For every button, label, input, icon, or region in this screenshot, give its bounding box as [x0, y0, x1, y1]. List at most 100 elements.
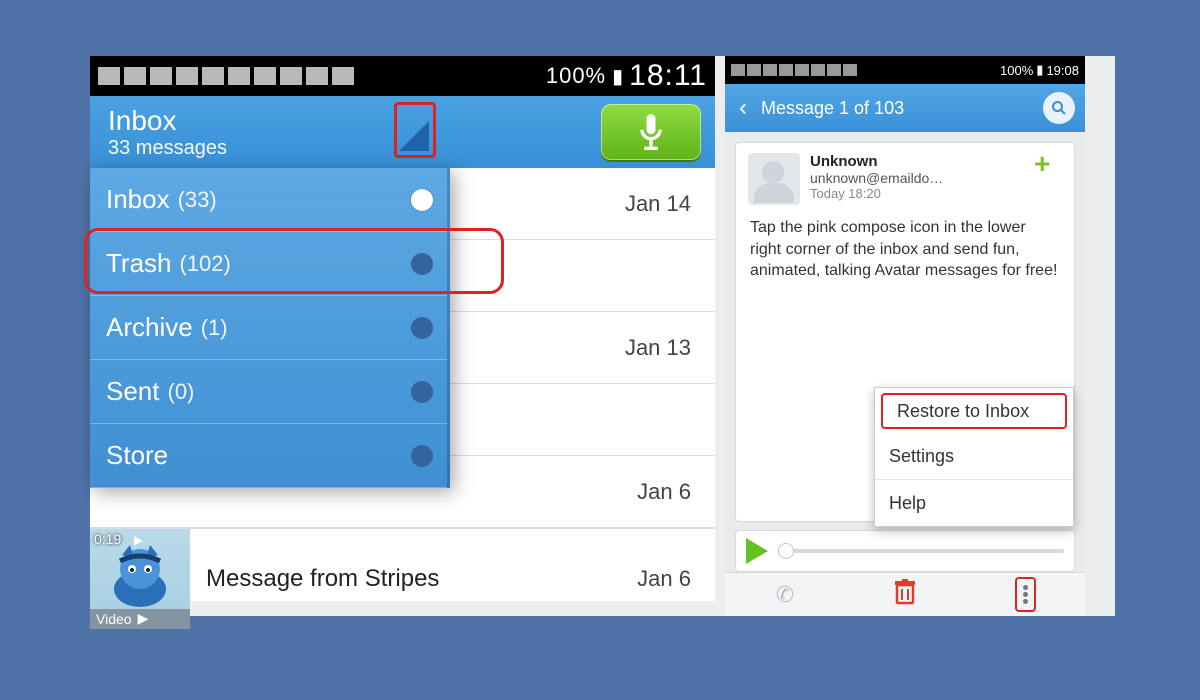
magnifier-icon [1051, 100, 1067, 116]
left-content: Jan 14 Jan 13 Jan 6 0:19 ▶ [90, 168, 715, 601]
status-bar-left: 100% ▮ 18:11 [90, 56, 715, 96]
notif-icon [747, 64, 761, 76]
battery-percent: 100% [546, 63, 606, 89]
dropdown-triangle-icon[interactable] [399, 121, 429, 151]
sender-avatar[interactable] [748, 153, 800, 205]
notif-icon [731, 64, 745, 76]
folder-item-inbox[interactable]: Inbox (33) [90, 168, 447, 232]
row-date: Jan 13 [625, 335, 691, 361]
folder-dropdown: Inbox (33) Trash (102) Archive (1) Sent … [90, 168, 450, 488]
signal-off-icon [228, 67, 250, 85]
row-date: Jan 6 [637, 479, 691, 505]
folder-item-store[interactable]: Store [90, 424, 447, 488]
highlight-trash-folder [84, 228, 504, 294]
alarm-icon [280, 67, 302, 85]
folder-count: (0) [168, 379, 195, 405]
message-card: Unknown unknown@emaildo… Today 18:20 + T… [735, 142, 1075, 522]
avatar-cat-icon [100, 543, 180, 609]
seek-knob-icon [778, 543, 794, 559]
status-time: 18:11 [629, 59, 707, 93]
video-thumbnail[interactable]: 0:19 ▶ Video▶ [90, 529, 190, 629]
screenshot-stage: 100% ▮ 18:11 Inbox 33 messages [90, 56, 1115, 616]
menu-label: Help [889, 493, 926, 514]
sender-timestamp: Today 18:20 [810, 186, 1024, 201]
menu-label: Restore to Inbox [897, 401, 1029, 422]
notif-icon [202, 67, 224, 85]
folder-count: (33) [178, 187, 217, 213]
play-icon: ▶ [138, 610, 149, 627]
kebab-icon [1023, 585, 1028, 590]
video-badge: Video▶ [90, 609, 190, 629]
play-button[interactable] [746, 538, 768, 564]
status-notification-icons [731, 64, 997, 76]
kebab-icon [1023, 592, 1028, 597]
sender-name: Unknown [810, 153, 1024, 170]
notif-icon [150, 67, 172, 85]
sync-icon [254, 67, 276, 85]
status-time: 19:08 [1046, 63, 1079, 78]
kebab-icon [1023, 599, 1028, 604]
row-subject: Message from Stripes [206, 565, 621, 593]
status-bar-right: 100% ▮ 19:08 [725, 56, 1085, 84]
phone-right: 100% ▮ 19:08 ‹ Message 1 of 103 Unknown … [725, 56, 1085, 616]
folder-label: Store [106, 440, 168, 471]
sync-icon [795, 64, 809, 76]
bottom-toolbar: ✆ [725, 572, 1085, 616]
message-body: Tap the pink compose icon in the lower r… [736, 211, 1074, 288]
appbar-title: Inbox [108, 105, 227, 137]
voice-record-button[interactable] [601, 104, 701, 160]
microphone-icon [637, 114, 665, 150]
seek-slider[interactable] [778, 549, 1064, 553]
notif-icon [779, 64, 793, 76]
folder-label: Archive [106, 312, 193, 343]
call-button[interactable]: ✆ [725, 582, 845, 608]
battery-icon: ▮ [612, 64, 623, 89]
overflow-menu: Restore to Inbox Settings Help [874, 387, 1074, 527]
appbar-subtitle: 33 messages [108, 137, 227, 160]
appbar-title: Message 1 of 103 [761, 98, 904, 119]
battery-percent: 100% [1000, 63, 1033, 78]
cell-signal-icon [332, 67, 354, 85]
menu-item-restore[interactable]: Restore to Inbox [881, 393, 1067, 429]
sender-row: Unknown unknown@emaildo… Today 18:20 + [736, 143, 1074, 211]
menu-item-settings[interactable]: Settings [875, 434, 1073, 480]
phone-left: 100% ▮ 18:11 Inbox 33 messages [90, 56, 715, 601]
three-g-icon [306, 67, 328, 85]
row-date: Jan 14 [625, 191, 691, 217]
radio-selected-icon [411, 189, 433, 211]
status-notification-icons [98, 67, 540, 85]
folder-label: Inbox [106, 184, 170, 215]
back-button[interactable]: ‹ [735, 94, 751, 122]
folder-dropdown-trigger[interactable]: Inbox 33 messages [90, 105, 227, 160]
trash-icon [893, 579, 917, 610]
battery-icon: ▮ [1036, 62, 1043, 78]
highlight-dropdown-indicator [394, 102, 436, 158]
folder-label: Sent [106, 376, 160, 407]
phone-icon: ✆ [776, 582, 794, 608]
menu-item-help[interactable]: Help [875, 480, 1073, 526]
radio-unselected-icon [411, 317, 433, 339]
folder-count: (1) [201, 315, 228, 341]
inbox-row-video[interactable]: 0:19 ▶ Video▶ [90, 528, 715, 628]
folder-item-archive[interactable]: Archive (1) [90, 296, 447, 360]
notif-icon [763, 64, 777, 76]
search-button[interactable] [1043, 92, 1075, 124]
app-bar-right: ‹ Message 1 of 103 [725, 84, 1085, 132]
notif-icon [124, 67, 146, 85]
notif-icon [98, 67, 120, 85]
menu-label: Settings [889, 446, 954, 467]
alarm-icon [811, 64, 825, 76]
add-contact-button[interactable]: + [1034, 153, 1062, 181]
delete-button[interactable] [845, 579, 965, 610]
playback-bar [735, 530, 1075, 572]
radio-unselected-icon [411, 381, 433, 403]
app-bar-left: Inbox 33 messages [90, 96, 715, 168]
sender-email: unknown@emaildo… [810, 170, 1024, 186]
cell-signal-icon [843, 64, 857, 76]
overflow-button[interactable] [965, 577, 1085, 612]
highlight-overflow [1015, 577, 1036, 612]
gps-icon [827, 64, 841, 76]
notif-icon [176, 67, 198, 85]
folder-item-sent[interactable]: Sent (0) [90, 360, 447, 424]
radio-unselected-icon [411, 445, 433, 467]
